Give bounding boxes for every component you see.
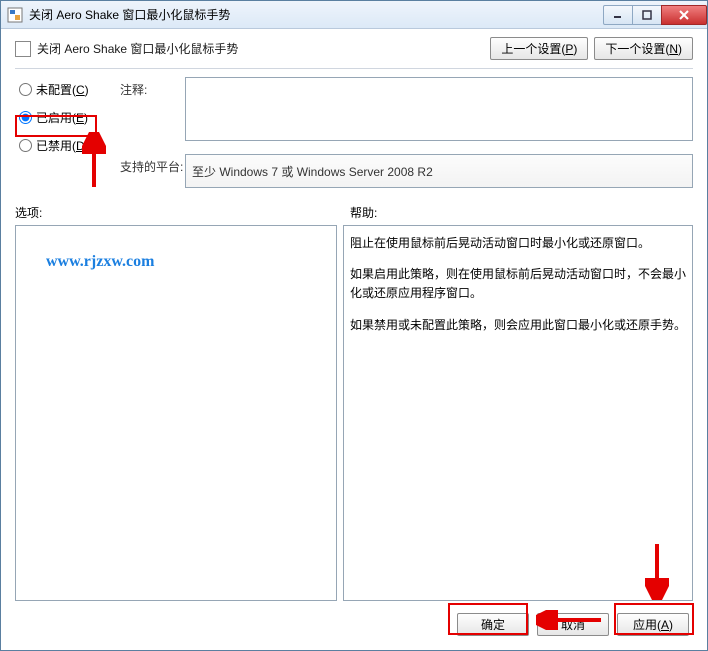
help-paragraph: 如果禁用或未配置此策略，则会应用此窗口最小化或还原手势。 <box>350 316 686 335</box>
policy-icon <box>15 41 31 57</box>
comment-label: 注释: <box>120 77 185 144</box>
help-paragraph: 阻止在使用鼠标前后晃动活动窗口时最小化或还原窗口。 <box>350 234 686 253</box>
annotation-arrow-icon <box>645 540 669 600</box>
radio-disabled[interactable] <box>19 139 32 152</box>
help-paragraph: 如果启用此策略，则在使用鼠标前后晃动活动窗口时，不会最小化或还原应用程序窗口。 <box>350 265 686 303</box>
radio-enabled-label: 已启用(E) <box>36 109 88 126</box>
close-button[interactable] <box>661 5 707 25</box>
radio-not-configured-label: 未配置(C) <box>36 81 89 98</box>
prev-setting-button[interactable]: 上一个设置(P) <box>490 37 588 60</box>
section-labels: 选项: 帮助: <box>15 204 693 221</box>
annotation-arrow-icon <box>536 610 606 630</box>
watermark-text: www.rjzxw.com <box>46 253 154 271</box>
dialog-window: 关闭 Aero Shake 窗口最小化鼠标手势 关闭 Aero Shake 窗口… <box>0 0 708 651</box>
ok-button[interactable]: 确定 <box>457 613 529 636</box>
window-title: 关闭 Aero Shake 窗口最小化鼠标手势 <box>29 6 604 23</box>
radio-disabled-label: 已禁用(D) <box>36 137 89 154</box>
upper-grid: 未配置(C) 已启用(E) 已禁用(D) 注释: 支持的平台: 至少 Windo… <box>15 77 693 188</box>
platform-value: 至少 Windows 7 或 Windows Server 2008 R2 <box>185 154 693 188</box>
panels: 阻止在使用鼠标前后晃动活动窗口时最小化或还原窗口。 如果启用此策略，则在使用鼠标… <box>15 225 693 601</box>
help-panel: 阻止在使用鼠标前后晃动活动窗口时最小化或还原窗口。 如果启用此策略，则在使用鼠标… <box>343 225 693 601</box>
apply-button[interactable]: 应用(A) <box>617 613 689 636</box>
annotation-arrow-icon <box>82 132 106 192</box>
content-area: 关闭 Aero Shake 窗口最小化鼠标手势 上一个设置(P) 下一个设置(N… <box>1 29 707 650</box>
radio-enabled[interactable] <box>19 111 32 124</box>
titlebar[interactable]: 关闭 Aero Shake 窗口最小化鼠标手势 <box>1 1 707 29</box>
next-setting-button[interactable]: 下一个设置(N) <box>594 37 693 60</box>
nav-buttons: 上一个设置(P) 下一个设置(N) <box>490 37 693 60</box>
header-row: 关闭 Aero Shake 窗口最小化鼠标手势 上一个设置(P) 下一个设置(N… <box>15 37 693 60</box>
help-label: 帮助: <box>350 204 377 221</box>
comment-textarea[interactable] <box>185 77 693 141</box>
policy-title: 关闭 Aero Shake 窗口最小化鼠标手势 <box>37 40 238 57</box>
minimize-button[interactable] <box>603 5 633 25</box>
divider <box>15 68 693 69</box>
app-icon <box>7 7 23 23</box>
maximize-button[interactable] <box>632 5 662 25</box>
platform-label: 支持的平台: <box>120 154 185 188</box>
window-controls <box>604 5 707 25</box>
options-label: 选项: <box>15 204 350 221</box>
options-panel <box>15 225 337 601</box>
radio-not-configured[interactable] <box>19 83 32 96</box>
